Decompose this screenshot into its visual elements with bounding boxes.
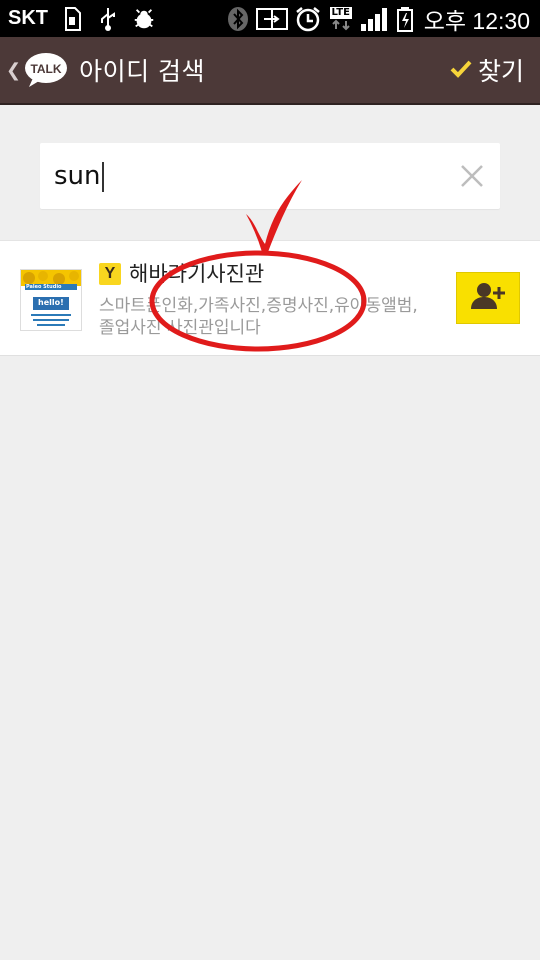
yellow-id-badge: Y xyxy=(99,263,121,285)
find-button[interactable]: 찾기 xyxy=(450,52,524,88)
clear-icon[interactable] xyxy=(458,162,486,190)
alarm-icon xyxy=(294,6,322,32)
kakaotalk-logo-icon: TALK xyxy=(23,52,69,88)
logo-text: TALK xyxy=(31,62,62,76)
sd-card-icon xyxy=(60,6,84,32)
debug-bug-icon xyxy=(132,6,156,32)
lte-icon: LTE xyxy=(328,6,354,32)
result-name: 해바라기사진관 xyxy=(129,262,265,286)
status-bar: SKT LTE 오후 12:30 xyxy=(0,0,540,37)
thumbnail-hello-text: hello! xyxy=(38,298,64,307)
carrier-label: SKT xyxy=(8,7,48,29)
usb-icon xyxy=(96,6,120,32)
screen-mirror-icon xyxy=(255,6,288,32)
battery-charging-icon xyxy=(396,6,414,32)
search-field[interactable]: sun xyxy=(40,143,500,209)
find-label: 찾기 xyxy=(477,57,524,86)
lte-label: LTE xyxy=(329,6,352,19)
result-description: 스마트폰인화,가족사진,증명사진,유아동앨범,졸업사진 사진관입니다 xyxy=(99,296,418,338)
back-button[interactable]: ❮ TALK xyxy=(0,37,69,103)
page-title: 아이디 검색 xyxy=(79,57,206,86)
back-chevron-icon: ❮ xyxy=(6,59,22,81)
search-result-item[interactable]: Paleo Studio hello! Y 해바라기사진관 스마트폰인화,가족사… xyxy=(0,240,540,356)
thumbnail-brand-text: Paleo Studio xyxy=(26,284,62,290)
app-bar: ❮ TALK 아이디 검색 찾기 xyxy=(0,37,540,105)
add-friend-button[interactable] xyxy=(456,272,520,324)
search-input[interactable]: sun xyxy=(54,159,104,193)
profile-thumbnail[interactable]: Paleo Studio hello! xyxy=(20,269,82,331)
checkmark-icon xyxy=(450,56,472,85)
status-clock: 오후 12:30 xyxy=(423,7,530,34)
search-value: sun xyxy=(54,161,101,191)
bluetooth-icon xyxy=(226,6,250,32)
signal-strength-icon xyxy=(360,6,390,32)
add-friend-icon xyxy=(470,281,506,315)
text-cursor xyxy=(101,161,104,192)
